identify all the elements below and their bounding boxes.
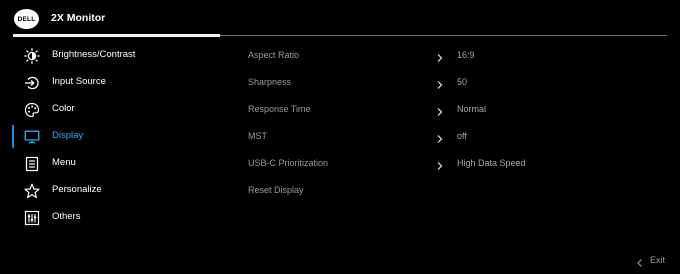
chevron-right-icon — [436, 77, 444, 89]
menu-item-others[interactable]: Others — [0, 204, 236, 231]
active-indicator — [12, 125, 14, 148]
menu-item-input-source[interactable]: Input Source — [0, 69, 236, 96]
menu-item-label: Others — [52, 211, 81, 222]
option-reset-display[interactable]: Reset Display — [240, 177, 667, 204]
chevron-right-icon — [436, 158, 444, 170]
option-label: Sharpness — [248, 77, 292, 87]
option-label: Response Time — [248, 104, 311, 114]
chevron-left-icon — [636, 255, 644, 267]
header-divider-highlight — [13, 34, 220, 37]
menu-item-personalize[interactable]: Personalize — [0, 177, 236, 204]
menu-item-label: Input Source — [52, 76, 106, 87]
star-icon — [24, 183, 40, 199]
display-monitor-icon — [24, 129, 40, 145]
dell-logo: DELL — [14, 9, 39, 29]
option-aspect-ratio[interactable]: Aspect Ratio 16:9 — [240, 42, 667, 69]
option-response-time[interactable]: Response Time Normal — [240, 96, 667, 123]
option-label: Reset Display — [248, 185, 304, 195]
menu-item-label: Brightness/Contrast — [52, 49, 136, 60]
menu-item-label: Menu — [52, 157, 76, 168]
menu-item-menu[interactable]: Menu — [0, 150, 236, 177]
option-value: 50 — [457, 77, 468, 87]
menu-list-icon — [24, 156, 40, 172]
input-source-icon — [24, 75, 40, 91]
chevron-right-icon — [436, 50, 444, 62]
chevron-right-icon — [436, 131, 444, 143]
menu-item-display[interactable]: Display — [0, 123, 236, 150]
chevron-right-icon — [436, 104, 444, 116]
monitor-osd: DELL 2X Monitor Brightness/Contrast Inpu… — [0, 0, 680, 274]
menu-item-label: Color — [52, 103, 75, 114]
option-value: 16:9 — [457, 50, 475, 60]
exit-label: Exit — [650, 255, 666, 265]
menu-item-label: Personalize — [52, 184, 102, 195]
option-value: Normal — [457, 104, 487, 114]
option-label: USB-C Prioritization — [248, 158, 329, 168]
option-label: MST — [248, 131, 267, 141]
sliders-icon — [24, 210, 40, 226]
option-value: High Data Speed — [457, 158, 526, 168]
osd-header: DELL 2X Monitor — [0, 0, 680, 36]
option-usb-c-prioritization[interactable]: USB-C Prioritization High Data Speed — [240, 150, 667, 177]
option-sharpness[interactable]: Sharpness 50 — [240, 69, 667, 96]
menu-item-brightness-contrast[interactable]: Brightness/Contrast — [0, 42, 236, 69]
option-label: Aspect Ratio — [248, 50, 300, 60]
option-value: off — [457, 131, 467, 141]
menu-item-color[interactable]: Color — [0, 96, 236, 123]
option-mst[interactable]: MST off — [240, 123, 667, 150]
brightness-icon — [24, 48, 40, 64]
exit-button[interactable]: Exit — [636, 254, 666, 267]
monitor-title: 2X Monitor — [51, 12, 106, 24]
menu-item-label: Display — [52, 130, 84, 141]
color-palette-icon — [24, 102, 40, 118]
logo-text: DELL — [17, 15, 36, 23]
